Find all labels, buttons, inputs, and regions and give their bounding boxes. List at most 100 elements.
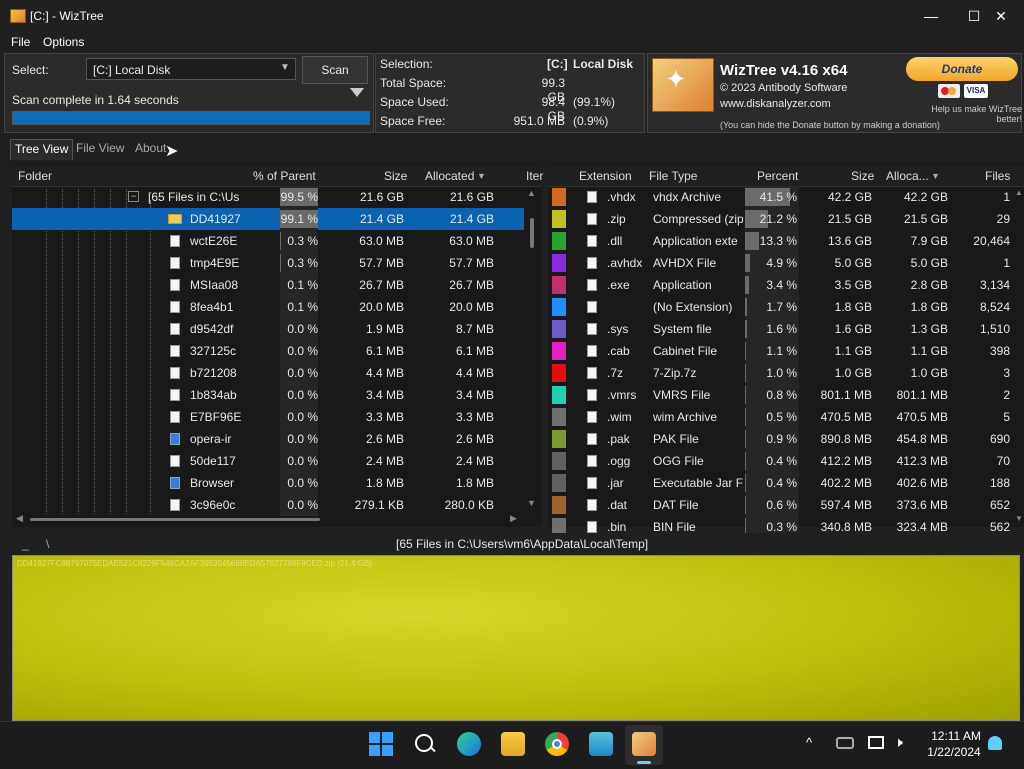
tree-row[interactable]: E7BF96E0.0 %3.3 MB3.3 MB	[12, 406, 524, 428]
file-explorer-icon[interactable]	[501, 732, 525, 756]
clock-time[interactable]: 12:11 AM	[926, 729, 986, 743]
scroll-up-icon[interactable]: ▲	[527, 188, 536, 198]
donate-button[interactable]: Donate	[906, 57, 1018, 81]
extension-row[interactable]: .sysSystem file1.6 %1.6 GB1.3 GB1,510	[548, 318, 1012, 340]
header-file-type[interactable]: File Type	[649, 166, 697, 186]
color-swatch	[552, 386, 566, 404]
website-link[interactable]: www.diskanalyzer.com	[720, 98, 831, 110]
volume-muted-icon[interactable]: 🕨	[894, 734, 903, 751]
header-allocated[interactable]: Allocated	[425, 166, 474, 186]
tree-row[interactable]: 1b834ab0.0 %3.4 MB3.4 MB	[12, 384, 524, 406]
header-ext-size[interactable]: Size	[851, 166, 874, 186]
tab-file-view[interactable]: File View	[72, 139, 128, 159]
chevron-up-icon[interactable]: ^	[806, 735, 812, 750]
app-icon[interactable]	[589, 732, 613, 756]
tree-row[interactable]: DD4192799.1 %21.4 GB21.4 GB	[12, 208, 524, 230]
tree-row[interactable]: opera-ir0.0 %2.6 MB2.6 MB	[12, 428, 524, 450]
extension-row[interactable]: .zipCompressed (zip21.2 %21.5 GB21.5 GB2…	[548, 208, 1012, 230]
start-icon[interactable]	[369, 732, 393, 756]
selection-label: Selection:	[380, 57, 433, 71]
tree-name: MSIaa08	[190, 274, 244, 296]
scroll-left-icon[interactable]: ◀	[16, 513, 23, 524]
header-percent[interactable]: Percent	[757, 166, 798, 186]
menu-file[interactable]: File	[11, 35, 30, 49]
drive-select[interactable]: [C:] Local Disk	[86, 58, 296, 80]
scroll-up-icon[interactable]: ▲	[1015, 188, 1023, 197]
clock-date[interactable]: 1/22/2024	[922, 745, 986, 759]
back-icon[interactable]: _	[22, 537, 29, 551]
tree-row[interactable]: tmp4E9E0.3 %57.7 MB57.7 MB	[12, 252, 524, 274]
extension-row[interactable]: .vmrsVMRS File0.8 %801.1 MB801.1 MB2	[548, 384, 1012, 406]
ext-name: .ogg	[607, 450, 647, 472]
header-size[interactable]: Size	[384, 166, 407, 186]
donate-note: Help us make WizTree better!	[906, 104, 1022, 124]
tree-row[interactable]: [65 Files in C:\Us99.5 %21.6 GB21.6 GB	[12, 186, 524, 208]
extension-row[interactable]: .datDAT File0.6 %597.4 MB373.6 MB652	[548, 494, 1012, 516]
extension-row[interactable]: .cabCabinet File1.1 %1.1 GB1.1 GB398	[548, 340, 1012, 362]
ext-name: .vmrs	[607, 384, 647, 406]
scan-button[interactable]: Scan	[302, 56, 368, 84]
chevron-down-icon[interactable]: ▼	[280, 62, 290, 73]
edge-icon[interactable]	[457, 732, 481, 756]
tree-row[interactable]: 327125c0.0 %6.1 MB6.1 MB	[12, 340, 524, 362]
ext-files: 1	[954, 252, 1010, 274]
tree-row[interactable]: b7212080.0 %4.4 MB4.4 MB	[12, 362, 524, 384]
color-swatch	[552, 320, 566, 338]
minimize-button[interactable]: —	[908, 0, 954, 32]
header-items[interactable]: Iter	[526, 166, 543, 186]
scroll-down-icon[interactable]: ▼	[527, 498, 536, 508]
menu-options[interactable]: Options	[43, 35, 84, 49]
ext-allocated: 2.8 GB	[878, 274, 948, 296]
scroll-down-icon[interactable]: ▼	[1015, 514, 1023, 523]
extension-row[interactable]: .wimwim Archive0.5 %470.5 MB470.5 MB5	[548, 406, 1012, 428]
network-icon[interactable]	[868, 736, 884, 749]
header-pct-parent[interactable]: % of Parent	[253, 166, 316, 186]
extension-row[interactable]: .vhdxvhdx Archive41.5 %42.2 GB42.2 GB1	[548, 186, 1012, 208]
file-type-icon	[587, 455, 597, 467]
ext-pct: 1.7 %	[745, 296, 797, 318]
ext-type: VMRS File	[653, 384, 743, 406]
chrome-icon[interactable]	[545, 732, 569, 756]
tree-row[interactable]: d9542df0.0 %1.9 MB8.7 MB	[12, 318, 524, 340]
filter-icon[interactable]	[350, 88, 364, 97]
header-folder[interactable]: Folder	[18, 166, 52, 186]
file-type-icon	[587, 301, 597, 313]
tree-vertical-scrollbar[interactable]: ▲ ▼	[526, 188, 538, 514]
search-icon[interactable]	[413, 732, 437, 756]
up-icon[interactable]: \	[46, 537, 49, 551]
extension-row[interactable]: .pakPAK File0.9 %890.8 MB454.8 MB690	[548, 428, 1012, 450]
header-extension[interactable]: Extension	[579, 166, 632, 186]
tree-row[interactable]: Browser0.0 %1.8 MB1.8 MB	[12, 472, 524, 494]
file-type-icon	[587, 235, 597, 247]
tree-row[interactable]: 50de1170.0 %2.4 MB2.4 MB	[12, 450, 524, 472]
mastercard-icon	[938, 84, 960, 98]
extension-row[interactable]: .oggOGG File0.4 %412.2 MB412.3 MB70	[548, 450, 1012, 472]
extension-row[interactable]: .avhdxAVHDX File4.9 %5.0 GB5.0 GB1	[548, 252, 1012, 274]
close-button[interactable]: ✕	[978, 0, 1024, 32]
extension-row[interactable]: .exeApplication3.4 %3.5 GB2.8 GB3,134	[548, 274, 1012, 296]
ext-name: .wim	[607, 406, 647, 428]
extension-row[interactable]: .jarExecutable Jar Fi0.4 %402.2 MB402.6 …	[548, 472, 1012, 494]
tree-row[interactable]: 8fea4b10.1 %20.0 MB20.0 MB	[12, 296, 524, 318]
cloud-offline-icon[interactable]	[836, 737, 854, 749]
notification-bell-icon[interactable]	[988, 736, 1002, 750]
tree-horizontal-scrollbar[interactable]: ◀ ▶	[12, 513, 526, 527]
scroll-thumb[interactable]	[530, 218, 534, 248]
tab-tree-view[interactable]: Tree View	[10, 139, 73, 160]
ext-pct: 1.1 %	[745, 340, 797, 362]
ext-vertical-scrollbar[interactable]: ▲ ▼	[1014, 188, 1024, 528]
color-swatch	[552, 496, 566, 514]
wiztree-icon[interactable]	[632, 732, 656, 756]
hscroll-thumb[interactable]	[30, 518, 320, 521]
tree-row[interactable]: MSIaa080.1 %26.7 MB26.7 MB	[12, 274, 524, 296]
scroll-right-icon[interactable]: ▶	[510, 513, 517, 524]
extension-row[interactable]: .7z7-Zip.7z1.0 %1.0 GB1.0 GB3	[548, 362, 1012, 384]
header-files[interactable]: Files	[985, 166, 1010, 186]
extension-row[interactable]: (No Extension)1.7 %1.8 GB1.8 GB8,524	[548, 296, 1012, 318]
treemap[interactable]	[12, 555, 1020, 721]
sort-desc-icon: ▼	[931, 166, 940, 186]
extension-row[interactable]: .dllApplication exte13.3 %13.6 GB7.9 GB2…	[548, 230, 1012, 252]
progress-fill	[13, 112, 369, 124]
header-ext-allocated[interactable]: Alloca...	[886, 166, 929, 186]
tree-row[interactable]: wctE26E0.3 %63.0 MB63.0 MB	[12, 230, 524, 252]
